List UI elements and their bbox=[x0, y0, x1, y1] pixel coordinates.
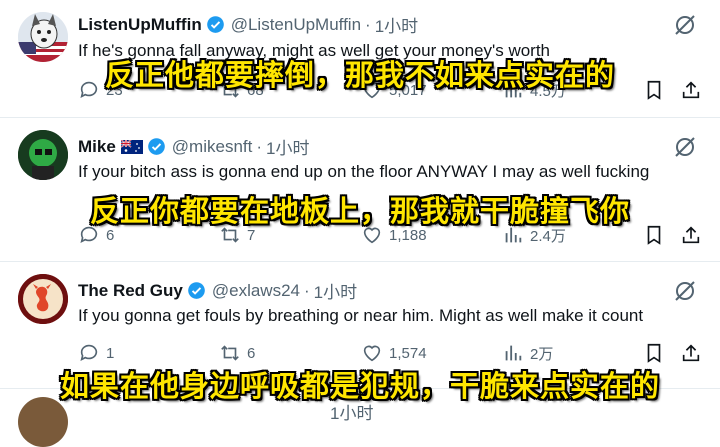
reply-icon bbox=[80, 344, 98, 361]
tweet-text: If you gonna get fouls by breathing or n… bbox=[78, 306, 644, 325]
timeline-feed: ListenUpMuffin @ListenUpMuffin · 1小时 If … bbox=[0, 0, 720, 447]
heart-icon bbox=[363, 345, 381, 362]
reply-count: 1 bbox=[106, 344, 115, 362]
tweet[interactable]: Mike @mikesnft · 1小时 If your bitch ass i… bbox=[0, 118, 720, 262]
subtitle-caption: 反正你都要在地板上，那我就干脆撞飞你 bbox=[89, 194, 630, 228]
like-button[interactable]: 1,574 bbox=[361, 342, 427, 364]
bookmark-button[interactable] bbox=[643, 342, 671, 364]
user-handle[interactable]: @mikesnft bbox=[172, 137, 253, 157]
subtitle-caption: 反正他都要摔倒，那我不如来点实在的 bbox=[104, 58, 615, 92]
timestamp[interactable]: 1小时 bbox=[266, 134, 309, 159]
avatar[interactable] bbox=[18, 397, 68, 447]
display-name[interactable]: ListenUpMuffin bbox=[78, 15, 202, 35]
red-devil-avatar-icon bbox=[18, 274, 68, 324]
bookmark-icon bbox=[647, 343, 661, 363]
separator-dot: · bbox=[365, 14, 371, 34]
tweet-header: The Red Guy @exlaws24 · 1小时 bbox=[78, 278, 357, 303]
grok-slash-icon[interactable] bbox=[672, 134, 698, 160]
australia-flag-icon bbox=[120, 139, 143, 154]
share-button[interactable] bbox=[680, 342, 708, 364]
tweet-header: ListenUpMuffin @ListenUpMuffin · 1小时 bbox=[78, 12, 418, 37]
user-handle[interactable]: @ListenUpMuffin bbox=[231, 15, 361, 35]
display-name[interactable]: Mike bbox=[78, 137, 116, 157]
grok-slash-icon[interactable] bbox=[672, 12, 698, 38]
views-button[interactable]: 2万 bbox=[502, 342, 553, 364]
timestamp[interactable]: 1小时 bbox=[314, 278, 357, 303]
view-count: 2万 bbox=[530, 345, 554, 363]
tweet[interactable]: The Red Guy @exlaws24 · 1小时 If you gonna… bbox=[0, 262, 720, 403]
green-character-avatar-icon bbox=[18, 130, 68, 180]
avatar[interactable] bbox=[18, 130, 68, 180]
timestamp[interactable]: 1小时 bbox=[375, 12, 418, 37]
retweet-button[interactable]: 6 bbox=[219, 342, 255, 364]
user-handle[interactable]: @exlaws24 bbox=[212, 281, 300, 301]
views-chart-icon bbox=[505, 345, 522, 361]
tweet-text: If your bitch ass is gonna end up on the… bbox=[78, 162, 650, 181]
avatar[interactable] bbox=[18, 274, 68, 324]
verified-badge-icon bbox=[147, 138, 165, 155]
grok-slash-icon[interactable] bbox=[672, 278, 698, 304]
retweet-icon bbox=[221, 345, 239, 361]
tweet[interactable]: ListenUpMuffin @ListenUpMuffin · 1小时 If … bbox=[0, 0, 720, 118]
separator-dot: · bbox=[304, 280, 310, 300]
tweet[interactable]: 1小时 bbox=[0, 389, 720, 447]
reply-button[interactable]: 1 bbox=[78, 342, 114, 364]
separator-dot: · bbox=[256, 136, 263, 156]
verified-badge-icon bbox=[206, 16, 224, 33]
like-count: 1,574 bbox=[389, 344, 427, 362]
verified-badge-icon bbox=[188, 282, 205, 299]
tweet-header: Mike @mikesnft · 1小时 bbox=[78, 134, 310, 159]
share-icon bbox=[682, 344, 700, 362]
display-name[interactable]: The Red Guy bbox=[78, 281, 183, 301]
retweet-count: 6 bbox=[247, 344, 256, 362]
